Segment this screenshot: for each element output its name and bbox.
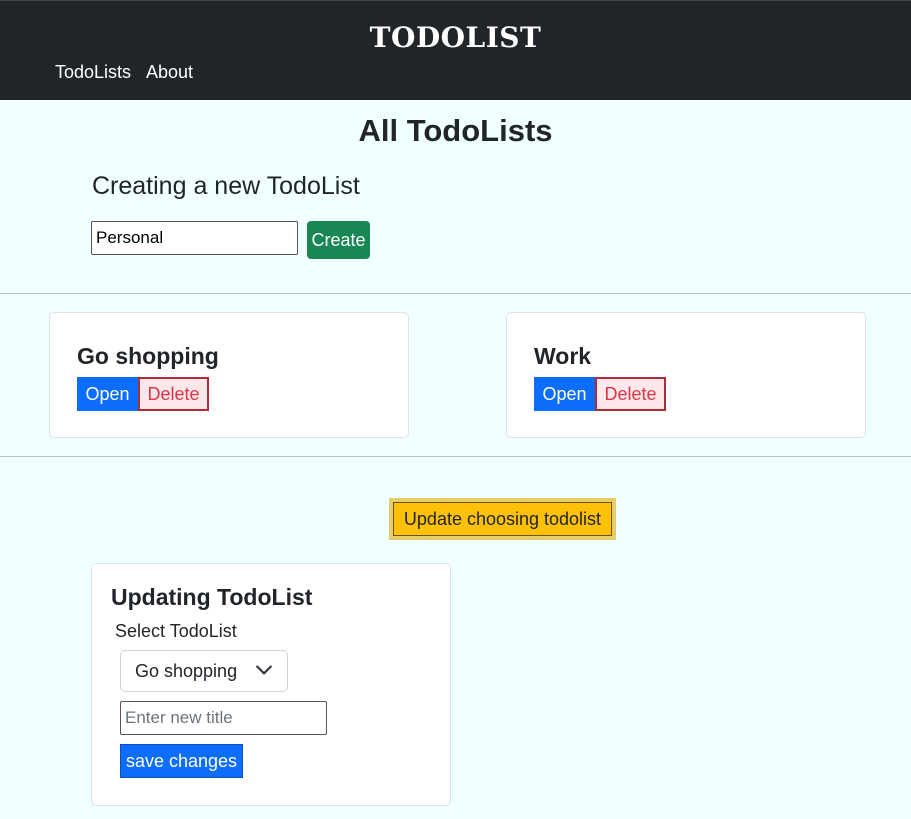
page-title: All TodoLists [358, 113, 553, 148]
todolist-select[interactable]: Go shopping [120, 650, 288, 692]
new-title-input[interactable] [120, 701, 327, 735]
todolist-card: Work Open Delete [506, 312, 866, 438]
update-toggle-button[interactable]: Update choosing todolist [393, 502, 612, 536]
todolist-title: Go shopping [77, 343, 219, 369]
save-changes-button[interactable]: save changes [120, 744, 243, 778]
todolist-title: Work [534, 343, 592, 369]
select-label: Select TodoList [115, 621, 237, 641]
open-button[interactable]: Open [534, 377, 595, 411]
create-button[interactable]: Create [307, 221, 370, 259]
select-value: Go shopping [135, 660, 238, 681]
update-card-title: Updating TodoList [111, 584, 313, 610]
delete-button[interactable]: Delete [595, 377, 666, 411]
brand-title[interactable]: TODOLIST [0, 21, 911, 54]
todolist-card: Go shopping Open Delete [49, 312, 409, 438]
divider [0, 456, 911, 457]
delete-button[interactable]: Delete [138, 377, 209, 411]
new-todolist-input[interactable] [91, 221, 298, 255]
create-heading: Creating a new TodoList [92, 172, 360, 200]
chevron-down-icon [256, 665, 272, 675]
open-button[interactable]: Open [77, 377, 138, 411]
navbar: TODOLIST TodoLists About [0, 0, 911, 100]
nav-link-todolists[interactable]: TodoLists [55, 62, 131, 83]
divider [0, 293, 911, 294]
nav-link-about[interactable]: About [146, 62, 193, 83]
